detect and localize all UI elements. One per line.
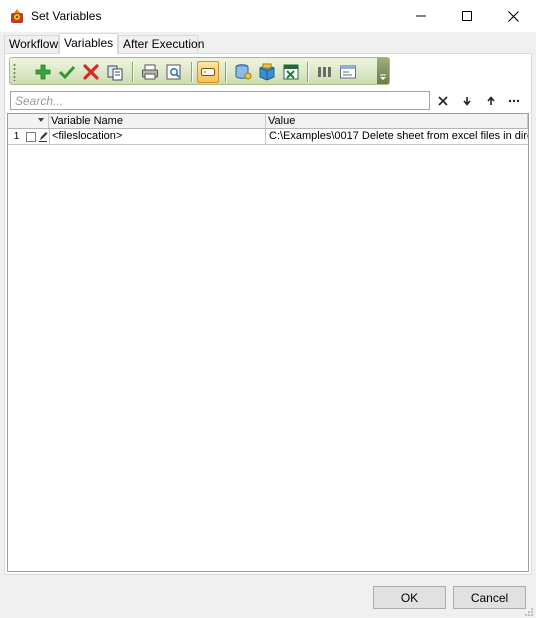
tab-variables[interactable]: Variables [59, 33, 118, 54]
print-icon [142, 64, 158, 80]
database-button[interactable] [232, 61, 254, 83]
minimize-button[interactable] [398, 0, 444, 32]
toolbar-separator [307, 62, 308, 82]
arrow-up-icon [487, 96, 495, 105]
close-icon [507, 10, 519, 22]
variables-grid: Variable Name Value 1 <fileslocation> C:… [7, 113, 529, 572]
toolbar-separator [191, 62, 192, 82]
import-box-icon [259, 63, 275, 81]
arrow-down-icon [463, 97, 471, 106]
row-checkbox[interactable] [26, 132, 36, 142]
print-preview-button[interactable] [163, 61, 185, 83]
print-button[interactable] [139, 61, 161, 83]
close-button[interactable] [490, 0, 536, 32]
grid-header: Variable Name Value [8, 114, 528, 129]
excel-icon [283, 64, 299, 80]
print-preview-icon [166, 64, 181, 80]
row-number: 1 [13, 131, 20, 142]
toolbar-grip-handle[interactable] [13, 63, 16, 81]
title-bar: Set Variables [0, 0, 536, 32]
clear-icon [438, 96, 448, 106]
toolbar-separator [132, 62, 133, 82]
add-icon [35, 64, 51, 80]
app-icon [9, 8, 25, 24]
cancel-button[interactable]: Cancel [453, 586, 526, 609]
confirm-button[interactable] [56, 61, 78, 83]
find-previous-button[interactable] [481, 91, 501, 111]
header-indicator-cell[interactable] [8, 114, 49, 128]
copy-paste-button[interactable] [104, 61, 126, 83]
columns-button[interactable] [313, 61, 335, 83]
properties-button[interactable] [337, 61, 359, 83]
maximize-icon [462, 11, 472, 21]
properties-icon [340, 65, 356, 79]
delete-button[interactable] [80, 61, 102, 83]
confirm-check-icon [58, 65, 76, 80]
window-title: Set Variables [31, 9, 102, 23]
cell-variable-name[interactable]: <fileslocation> [50, 129, 266, 144]
toolbar-separator [225, 62, 226, 82]
minimize-icon [416, 15, 426, 17]
resize-grip-handle[interactable] [524, 606, 534, 616]
more-options-button[interactable] [504, 91, 524, 111]
tab-strip: Workflow Variables After Execution [4, 33, 532, 54]
column-header-variable-name[interactable]: Variable Name [49, 114, 266, 128]
columns-icon [318, 67, 331, 77]
add-button[interactable] [32, 61, 54, 83]
toggle-view-icon [201, 68, 215, 76]
database-icon [235, 64, 252, 80]
find-next-button[interactable] [457, 91, 477, 111]
maximize-button[interactable] [444, 0, 490, 32]
tab-workflow[interactable]: Workflow [4, 35, 59, 53]
toolbar [9, 57, 390, 85]
table-row[interactable]: 1 <fileslocation> C:\Examples\0017 Delet… [8, 129, 528, 145]
filter-dropdown-icon [38, 118, 44, 122]
search-field[interactable] [10, 91, 430, 110]
search-input[interactable] [11, 92, 429, 109]
excel-button[interactable] [280, 61, 302, 83]
more-options-icon [508, 99, 520, 103]
toolbar-overflow-button[interactable] [377, 58, 389, 84]
chevron-down-icon [380, 74, 386, 80]
clear-search-button[interactable] [433, 91, 453, 111]
ok-button[interactable]: OK [373, 586, 446, 609]
column-header-value[interactable]: Value [266, 114, 528, 128]
import-button[interactable] [256, 61, 278, 83]
variables-panel: Variable Name Value 1 <fileslocation> C:… [4, 53, 532, 575]
toggle-view-button[interactable] [197, 61, 219, 83]
tab-after-execution[interactable]: After Execution [118, 35, 204, 53]
cell-value[interactable]: C:\Examples\0017 Delete sheet from excel… [267, 129, 528, 144]
delete-x-icon [83, 64, 99, 80]
copy-paste-icon [107, 65, 123, 81]
edit-pencil-icon [38, 131, 48, 142]
